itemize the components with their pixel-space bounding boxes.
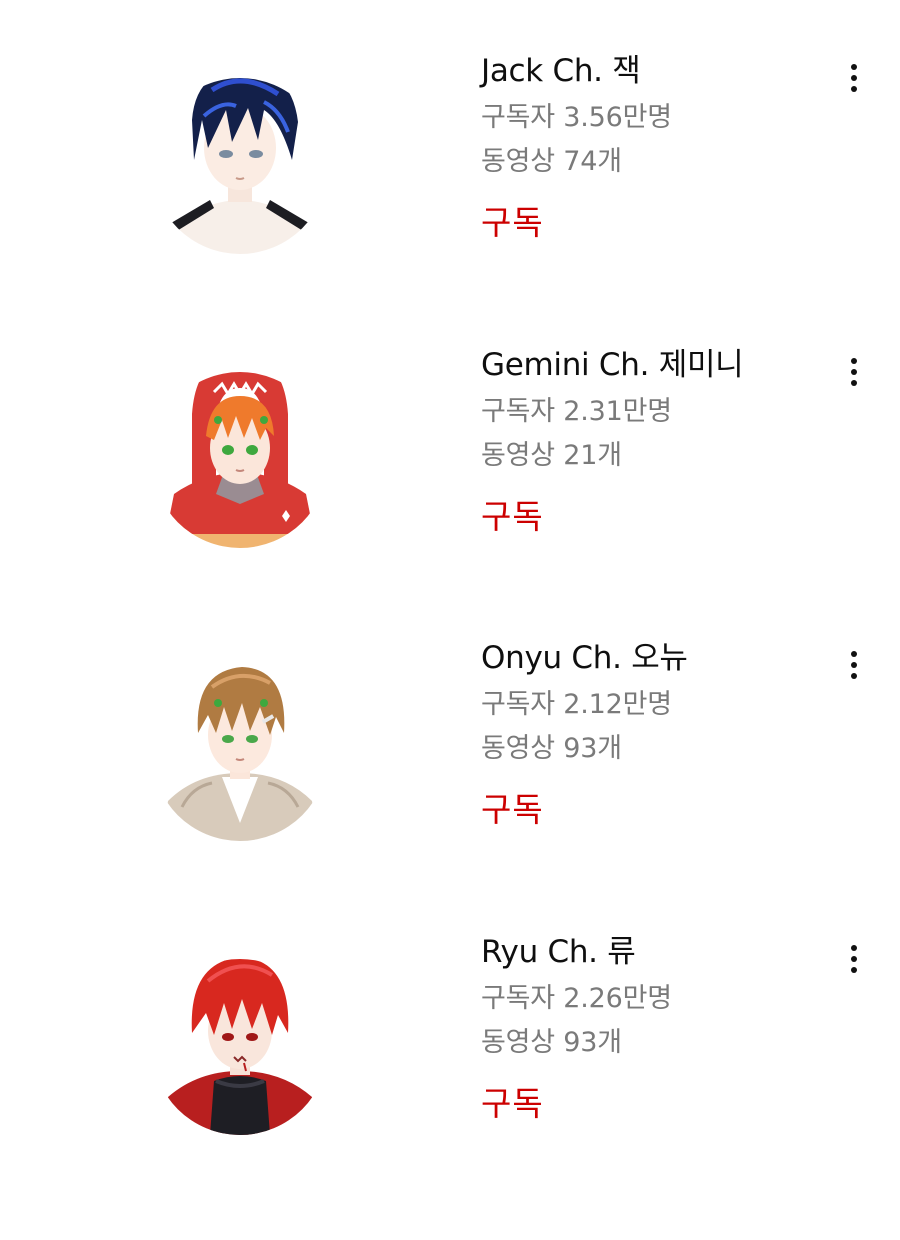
subscriber-count: 구독자 3.56만명 <box>481 102 672 133</box>
dot <box>851 64 857 70</box>
dot <box>851 358 857 364</box>
dot <box>851 86 857 92</box>
video-count: 동영상 21개 <box>481 440 622 471</box>
channel-avatar-jack[interactable] <box>152 50 328 254</box>
video-count: 동영상 93개 <box>481 1027 622 1058</box>
more-options-icon[interactable] <box>836 352 872 392</box>
subscribe-button[interactable]: 구독 <box>481 201 544 245</box>
more-options-icon[interactable] <box>836 645 872 685</box>
dot <box>851 673 857 679</box>
subscriber-count: 구독자 2.26만명 <box>481 983 672 1014</box>
dot <box>851 662 857 668</box>
channel-name[interactable]: Ryu Ch. 류 <box>481 931 811 973</box>
dot <box>851 651 857 657</box>
channel-name[interactable]: Gemini Ch. 제미니 <box>481 344 811 386</box>
channel-name[interactable]: Onyu Ch. 오뉴 <box>481 637 811 679</box>
channel-avatar-onyu[interactable] <box>152 637 328 841</box>
channel-row-jack[interactable]: Jack Ch. 잭 구독자 3.56만명 동영상 74개 구독 <box>0 0 900 294</box>
subscribe-button[interactable]: 구독 <box>481 1082 544 1126</box>
more-options-icon[interactable] <box>836 58 872 98</box>
channel-avatar-ryu[interactable] <box>152 931 328 1135</box>
more-options-icon[interactable] <box>836 939 872 979</box>
avatar-dark-blue-hair-icon <box>152 78 328 254</box>
subscribe-button[interactable]: 구독 <box>481 788 544 832</box>
channel-row-gemini[interactable]: Gemini Ch. 제미니 구독자 2.31만명 동영상 21개 구독 <box>0 294 900 588</box>
subscriber-count: 구독자 2.12만명 <box>481 689 672 720</box>
dot <box>851 967 857 973</box>
channel-avatar-gemini[interactable] <box>152 344 328 548</box>
channel-list: Jack Ch. 잭 구독자 3.56만명 동영상 74개 구독 Gemini … <box>0 0 900 1240</box>
avatar-light-brown-hair-icon <box>152 665 328 841</box>
channel-info: Jack Ch. 잭 구독자 3.56만명 동영상 74개 구독 <box>481 50 811 245</box>
channel-info: Gemini Ch. 제미니 구독자 2.31만명 동영상 21개 구독 <box>481 344 811 539</box>
subscribe-button[interactable]: 구독 <box>481 495 544 539</box>
dot <box>851 369 857 375</box>
video-count: 동영상 93개 <box>481 733 622 764</box>
dot <box>851 75 857 81</box>
channel-info: Onyu Ch. 오뉴 구독자 2.12만명 동영상 93개 구독 <box>481 637 811 832</box>
channel-name[interactable]: Jack Ch. 잭 <box>481 50 811 92</box>
dot <box>851 956 857 962</box>
subscriber-count: 구독자 2.31만명 <box>481 396 672 427</box>
dot <box>851 380 857 386</box>
channel-row-onyu[interactable]: Onyu Ch. 오뉴 구독자 2.12만명 동영상 93개 구독 <box>0 587 900 881</box>
channel-row-ryu[interactable]: Ryu Ch. 류 구독자 2.26만명 동영상 93개 구독 <box>0 881 900 1175</box>
dot <box>851 945 857 951</box>
video-count: 동영상 74개 <box>481 146 622 177</box>
channel-info: Ryu Ch. 류 구독자 2.26만명 동영상 93개 구독 <box>481 931 811 1126</box>
avatar-red-hair-icon <box>152 959 328 1135</box>
avatar-orange-hair-red-hood-icon <box>152 372 328 548</box>
